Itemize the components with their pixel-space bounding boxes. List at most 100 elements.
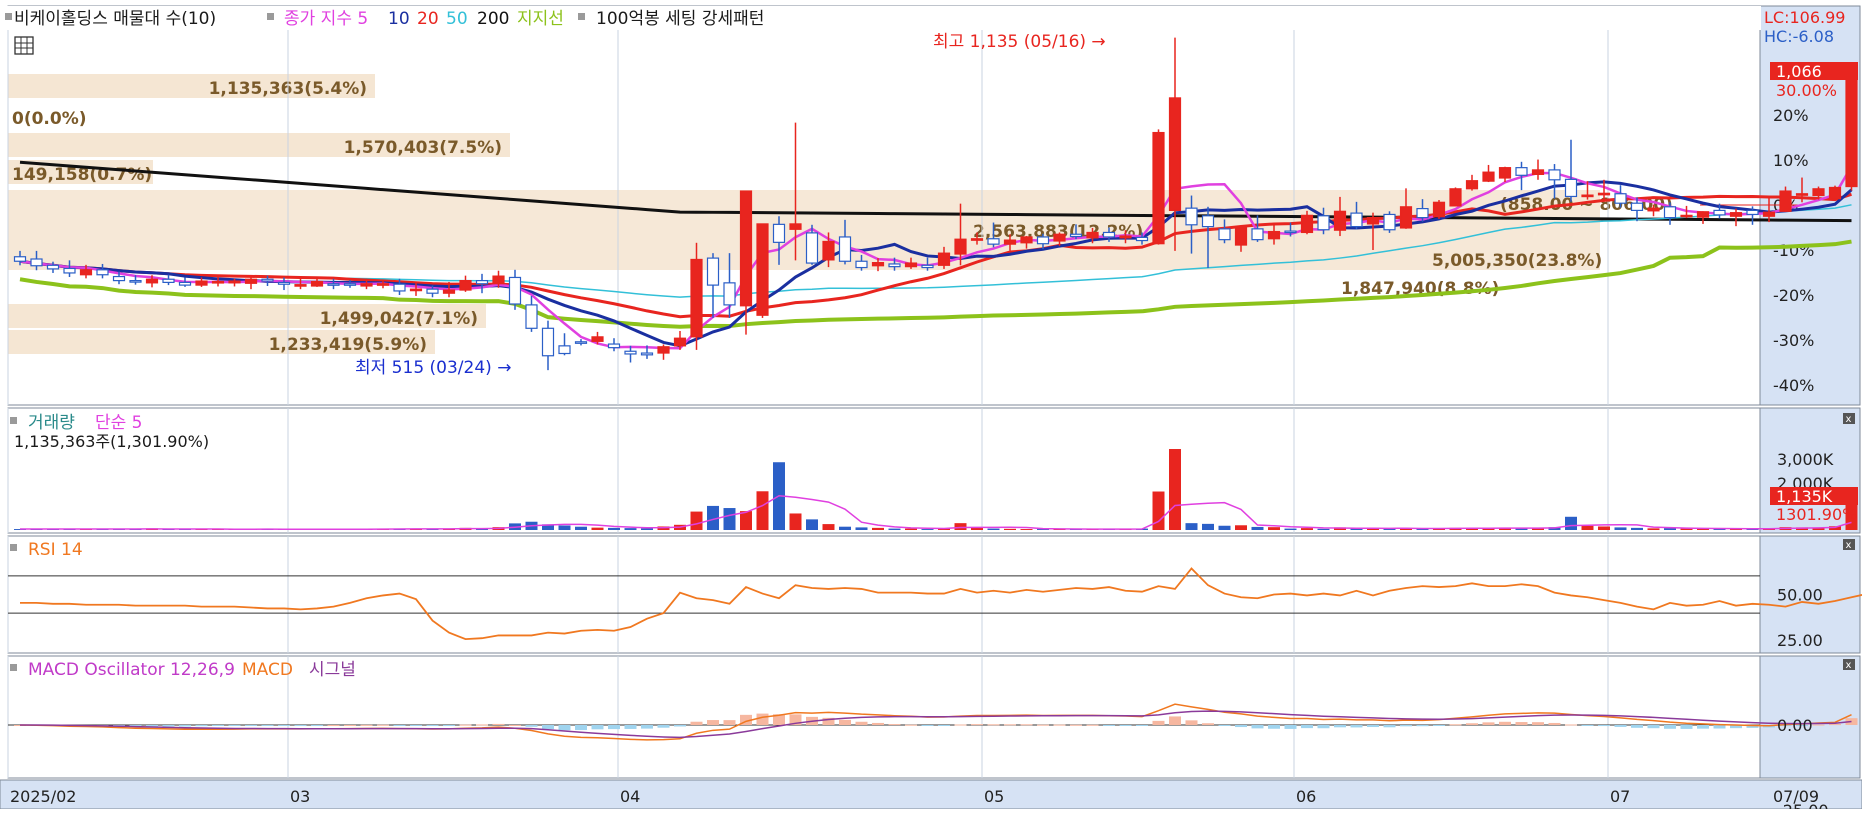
candle-body xyxy=(574,341,588,344)
volume-bar xyxy=(608,527,620,530)
macd-osc-bar xyxy=(1697,725,1709,729)
rsi-close-icon[interactable]: x xyxy=(1843,539,1855,551)
macd-osc-bar xyxy=(1004,724,1016,726)
candle-body xyxy=(426,288,439,294)
candle-body xyxy=(1663,206,1677,219)
macd-osc-bar xyxy=(360,724,373,726)
volume-ma-label[interactable]: 단순 5 xyxy=(95,413,143,433)
macd-osc-bar xyxy=(1284,725,1297,729)
candle-body xyxy=(475,280,489,285)
legend-pattern[interactable]: 100억봉 세팅 강세패턴 xyxy=(596,9,764,29)
macd-osc-bar xyxy=(624,725,637,729)
legend-close-ma5[interactable]: 종가 지수 5 xyxy=(284,9,368,29)
candle-body xyxy=(1053,233,1066,242)
macd-osc-bar xyxy=(674,725,686,727)
volume-bar xyxy=(971,527,983,530)
candle-body xyxy=(673,337,687,347)
candle-body xyxy=(195,280,208,286)
legend-ma50[interactable]: 50 xyxy=(446,9,468,29)
legend-ma10[interactable]: 10 xyxy=(388,9,410,29)
macd-osc-bar xyxy=(1449,724,1462,726)
macd-osc-bar xyxy=(723,720,736,725)
volume-bar xyxy=(1251,526,1264,530)
candle-body xyxy=(1729,212,1743,217)
macd-osc-bar xyxy=(162,725,175,727)
macd-osc-bar xyxy=(1070,724,1082,726)
candle-body xyxy=(756,223,769,316)
legend-support[interactable]: 지지선 xyxy=(517,9,564,29)
candle-body xyxy=(409,288,423,292)
candle-body xyxy=(591,336,604,342)
macd-osc-bar xyxy=(327,724,340,726)
candle-body xyxy=(1284,230,1297,234)
volume-bar xyxy=(1169,449,1181,530)
signal-label[interactable]: 시그널 xyxy=(309,660,356,680)
macd-osc-bar xyxy=(1185,720,1198,725)
macd-osc-bar xyxy=(1400,725,1412,727)
lc-label: LC:106.99 xyxy=(1764,8,1845,27)
candle-body xyxy=(1350,212,1363,228)
volume-title[interactable]: 거래량 xyxy=(28,413,75,433)
candle-body xyxy=(1746,209,1759,216)
stock-title[interactable]: 비케이홀딩스 매물대 수(10) xyxy=(14,9,216,29)
macd-osc-bar xyxy=(1466,723,1478,725)
candle-body xyxy=(607,343,621,349)
volume-bar xyxy=(872,527,884,530)
volume-bar xyxy=(1235,525,1247,530)
macd-osc-bar xyxy=(756,713,769,725)
legend-ma200[interactable]: 200 xyxy=(477,9,509,29)
price-tick-label: -30% xyxy=(1773,331,1814,350)
candle-body xyxy=(1581,194,1594,198)
candle-body xyxy=(211,280,225,284)
candle-body xyxy=(1119,235,1132,239)
volume-close-icon[interactable]: x xyxy=(1843,413,1855,425)
macd-osc-bar xyxy=(294,725,307,726)
macd-osc-bar xyxy=(1532,722,1544,725)
x-tick-label: 04 xyxy=(620,787,640,806)
candle-body xyxy=(376,283,390,286)
volume-bar xyxy=(1218,525,1231,530)
candle-body xyxy=(1152,131,1165,245)
x-tick-label: 06 xyxy=(1296,787,1316,806)
macd-osc-bar xyxy=(476,724,488,726)
candle-body xyxy=(987,238,1000,245)
candle-body xyxy=(1218,228,1231,241)
volume-bar xyxy=(1284,528,1297,530)
rsi-tick-label: 50.00 xyxy=(1777,586,1823,605)
candle-body xyxy=(541,327,555,357)
macd-osc-bar xyxy=(410,725,422,726)
macd-title[interactable]: MACD Oscillator 12,26,9 xyxy=(28,660,235,680)
volume-bar xyxy=(905,528,917,530)
grid-toggle-icon[interactable] xyxy=(14,36,34,55)
candle-body xyxy=(129,280,142,283)
macd-osc-bar xyxy=(1812,724,1825,726)
legend-ma20[interactable]: 20 xyxy=(417,9,439,29)
candle-body xyxy=(1647,207,1660,212)
volume-bar xyxy=(558,525,571,530)
volume-bar xyxy=(723,508,736,530)
x-tick-label: 2025/02 xyxy=(10,787,76,806)
candle-body xyxy=(805,232,819,264)
macd-osc-bar xyxy=(1301,725,1313,729)
volume-bar xyxy=(888,528,901,530)
candle-body xyxy=(79,269,93,276)
volume-bar xyxy=(1268,527,1280,530)
candle-body xyxy=(1548,169,1561,181)
rsi-title[interactable]: RSI 14 xyxy=(28,540,83,560)
candle-body xyxy=(1251,228,1264,241)
volume-bar xyxy=(1317,528,1330,530)
macd-osc-bar xyxy=(1433,725,1445,726)
candle-body xyxy=(112,275,126,282)
time-axis-bg xyxy=(0,779,1862,810)
legend-square-icon xyxy=(10,544,17,551)
candle-body xyxy=(1465,180,1479,190)
candle-body xyxy=(525,304,538,329)
candle-body xyxy=(1399,206,1413,229)
candle-body xyxy=(1630,202,1644,211)
macd-close-icon[interactable]: x xyxy=(1843,659,1855,671)
macd-osc-bar xyxy=(1086,724,1099,726)
candle-body xyxy=(1696,211,1710,218)
legend-square-icon xyxy=(10,664,17,671)
macd-label[interactable]: MACD xyxy=(242,660,293,680)
candle-body xyxy=(1069,233,1083,238)
